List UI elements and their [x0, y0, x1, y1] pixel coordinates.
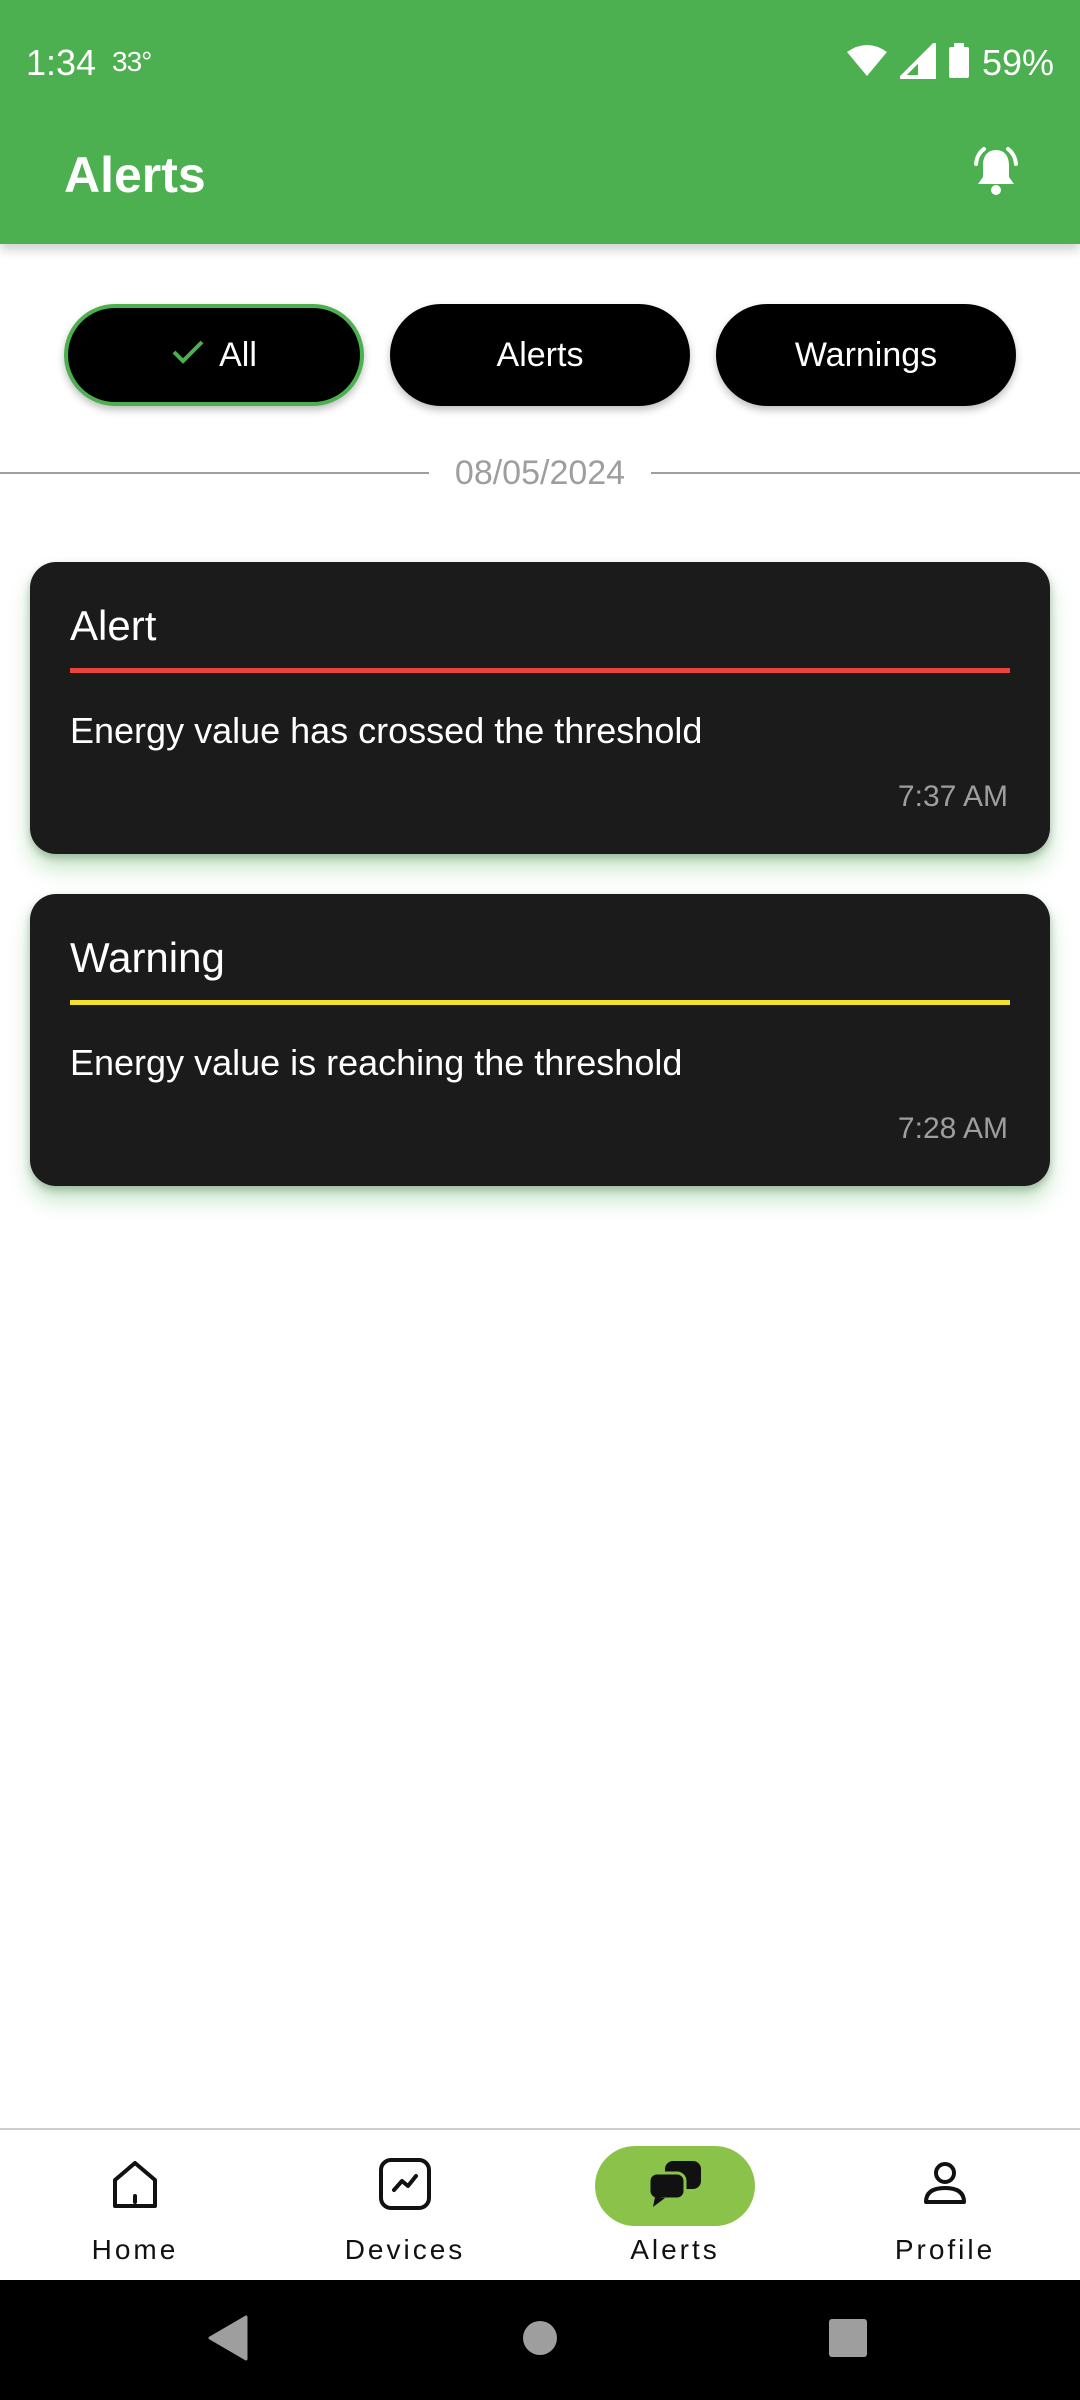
notification-time: 7:28 AM [897, 1112, 1008, 1145]
divider-line [651, 472, 1080, 474]
nav-item-alerts[interactable]: Alerts [540, 2130, 810, 2280]
bottom-navigation: Home Devices Alerts Profile [0, 2128, 1080, 2280]
nav-item-devices[interactable]: Devices [270, 2130, 540, 2280]
notification-card-warning[interactable]: Warning Energy value is reaching the thr… [30, 894, 1050, 1186]
system-home-button[interactable] [480, 2280, 600, 2400]
system-back-button[interactable] [168, 2280, 288, 2400]
notification-message: Energy value has crossed the threshold [70, 710, 703, 751]
person-icon [917, 2156, 973, 2217]
notification-message: Energy value is reaching the threshold [70, 1042, 683, 1083]
filter-chip-label: All [219, 335, 257, 374]
notification-accent-line [70, 1000, 1010, 1005]
filter-chip-warnings[interactable]: Warnings [716, 304, 1016, 406]
battery-icon [948, 42, 970, 84]
top-header: 1:34 33° 59% Alerts [0, 0, 1080, 244]
notification-type: Warning [70, 934, 225, 981]
notifications-button[interactable] [964, 142, 1028, 206]
filter-chip-alerts[interactable]: Alerts [390, 304, 690, 406]
nav-label: Profile [894, 2234, 996, 2265]
date-divider: 08/05/2024 [0, 448, 1080, 498]
nav-item-profile[interactable]: Profile [810, 2130, 1080, 2280]
notification-card-alert[interactable]: Alert Energy value has crossed the thres… [30, 562, 1050, 854]
status-bar: 1:34 33° 59% [0, 0, 1080, 124]
chart-icon [377, 2156, 433, 2217]
nav-label: Alerts [630, 2234, 720, 2265]
screen: 1:34 33° 59% Alerts All Alerts Warnings … [0, 0, 1080, 2400]
check-icon [171, 336, 205, 375]
notification-time: 7:37 AM [897, 780, 1008, 813]
system-recents-button[interactable] [788, 2280, 908, 2400]
filter-chip-label: Warnings [794, 335, 938, 374]
home-circle-icon [520, 2318, 560, 2363]
nav-item-home[interactable]: Home [0, 2130, 270, 2280]
nav-label: Home [91, 2234, 179, 2265]
filter-chips: All Alerts Warnings [64, 304, 1016, 406]
recents-square-icon [828, 2318, 868, 2363]
nav-icon-container [55, 2146, 215, 2226]
system-navigation-bar [0, 2280, 1080, 2400]
chat-bubbles-icon [647, 2159, 703, 2214]
filter-chip-label: Alerts [496, 335, 584, 374]
status-temperature: 33° [112, 46, 152, 77]
notification-accent-line [70, 668, 1010, 673]
home-icon [107, 2156, 163, 2217]
nav-icon-container [595, 2146, 755, 2226]
nav-label: Devices [344, 2234, 466, 2265]
filter-chip-all[interactable]: All [64, 304, 364, 406]
wifi-icon [846, 44, 888, 83]
cellular-signal-icon [897, 39, 936, 84]
nav-icon-container [865, 2146, 1025, 2226]
page-title: Alerts [64, 147, 206, 203]
divider-line [0, 472, 429, 474]
back-triangle-icon [206, 2315, 250, 2366]
status-time: 1:34 [26, 42, 97, 83]
nav-icon-container [325, 2146, 485, 2226]
date-header: 08/05/2024 [454, 453, 626, 492]
battery-percentage: 59% [981, 42, 1054, 83]
status-icons: 59% [846, 38, 1054, 88]
notification-type: Alert [70, 602, 157, 649]
bell-icon [968, 144, 1024, 205]
